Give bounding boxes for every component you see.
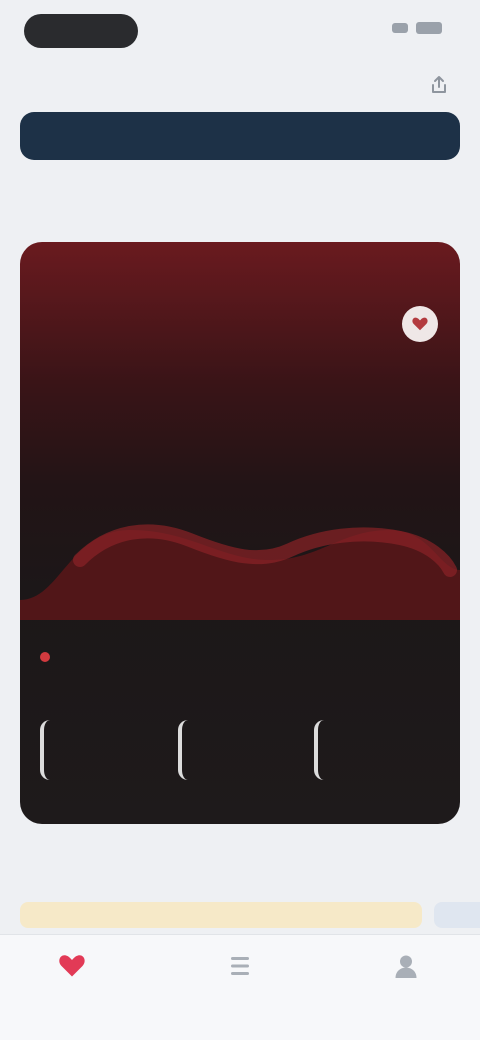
bracket-icon [40, 720, 62, 780]
metric-2 [178, 720, 298, 780]
signal-icon [392, 23, 408, 33]
legend-dot [40, 652, 50, 662]
bracket-icon [314, 720, 336, 780]
metric-1 [40, 720, 160, 780]
metric-3 [314, 720, 434, 780]
status-icons [392, 22, 442, 34]
card-badge[interactable] [402, 306, 438, 342]
heart-icon [59, 955, 85, 977]
tab-browse[interactable] [180, 947, 300, 1017]
tab-profile[interactable] [346, 947, 466, 1017]
tab-summary[interactable] [12, 947, 132, 1017]
share-icon [432, 76, 446, 93]
bracket-icon [178, 720, 200, 780]
heart-icon [412, 317, 428, 331]
app-screen [0, 0, 480, 1040]
stat-row [40, 388, 440, 428]
nav-bar [0, 62, 480, 106]
heart-rate-waveform [20, 524, 460, 620]
list-icon [231, 957, 249, 975]
carousel-next-card[interactable] [434, 902, 480, 928]
heart-summary-card[interactable] [20, 242, 460, 824]
share-button[interactable] [426, 72, 452, 98]
profile-icon [395, 955, 417, 978]
legend-row [40, 646, 440, 670]
status-time-pill [24, 14, 138, 48]
tip-banner[interactable] [20, 902, 422, 928]
status-bar [0, 0, 480, 62]
tab-bar [0, 934, 480, 1040]
section-header [22, 200, 458, 224]
primary-banner-button[interactable] [20, 112, 460, 160]
battery-icon [416, 22, 442, 34]
